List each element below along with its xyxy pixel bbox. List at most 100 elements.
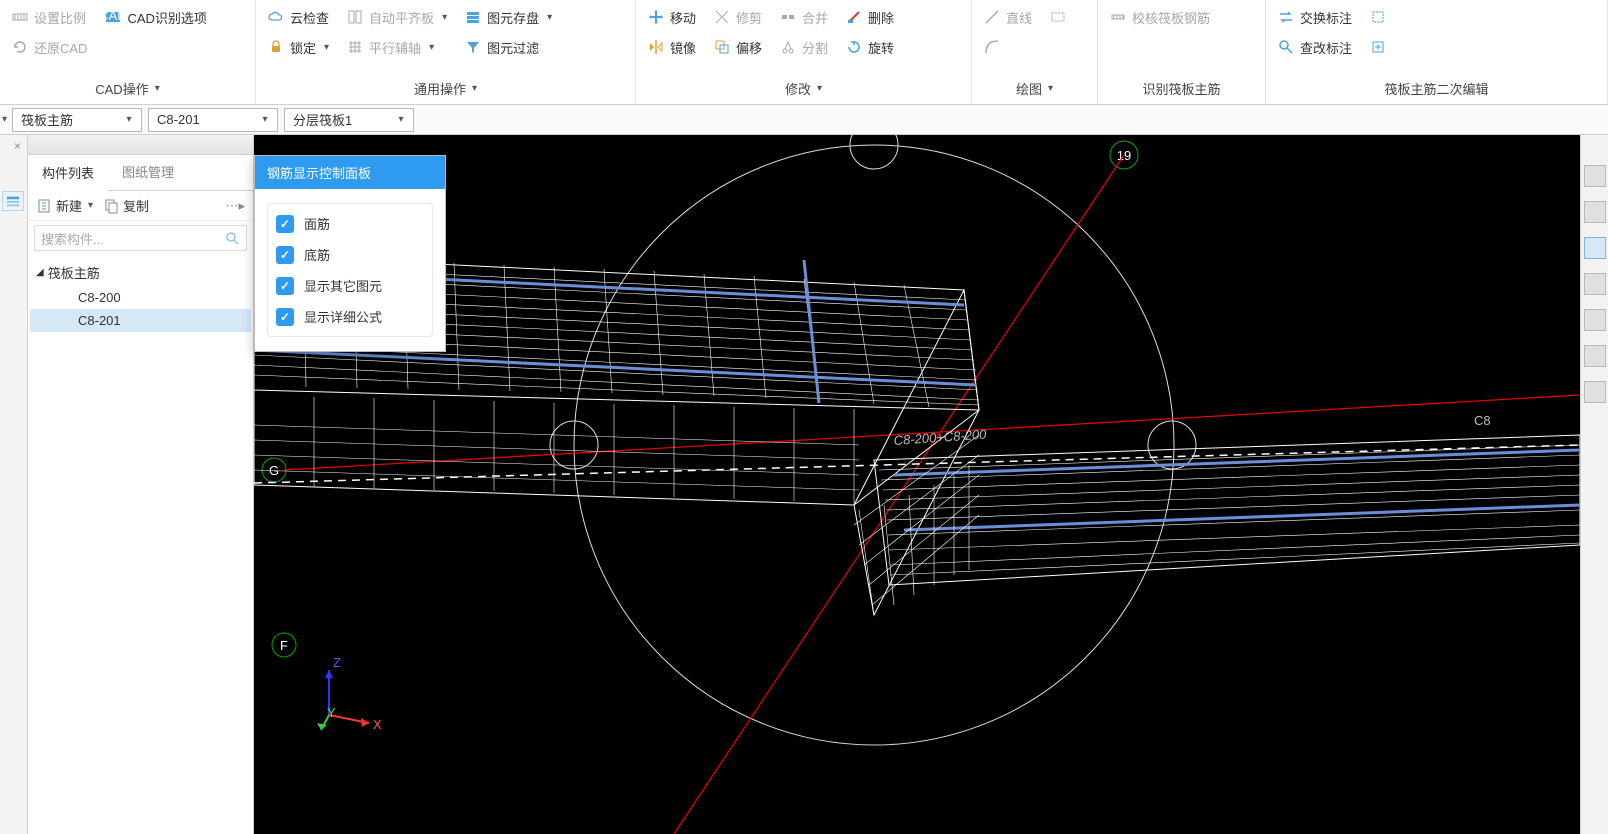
delete-icon [846, 9, 862, 25]
checkbox-detail-formula[interactable]: 显示详细公式 [276, 307, 424, 326]
panel-title[interactable]: 钢筋显示控制面板 [255, 156, 445, 189]
label: 校核筏板钢筋 [1132, 8, 1210, 27]
line-button: 直线 [978, 4, 1038, 30]
mirror-icon [648, 39, 664, 55]
view-tool-6[interactable] [1584, 345, 1606, 367]
lock-icon [268, 39, 284, 55]
checkbox-icon [276, 308, 294, 326]
label: 面筋 [304, 214, 330, 233]
view-tool-4[interactable] [1584, 273, 1606, 295]
group-label: 识别筏板主筋 [1098, 75, 1265, 104]
chevron-down-icon: ▾ [393, 114, 409, 125]
cloud-check-button[interactable]: 云检查 [262, 4, 335, 30]
new-icon [36, 198, 52, 214]
view-tool-5[interactable] [1584, 309, 1606, 331]
tree-parent[interactable]: ◢筏板主筋 [30, 259, 251, 286]
tab-drawing-mgmt[interactable]: 图纸管理 [108, 155, 188, 190]
viewport-3d[interactable]: 19 G F [254, 135, 1580, 834]
left-gutter: × [0, 135, 28, 834]
tab-component-list[interactable]: 构件列表 [28, 156, 108, 191]
restore-cad-button: 还原CAD [6, 34, 93, 60]
copy-button[interactable]: 复制 [103, 196, 149, 215]
rotate-icon [846, 39, 862, 55]
close-icon[interactable]: × [14, 139, 21, 153]
align-icon [347, 9, 363, 25]
checkbox-other-elements[interactable]: 显示其它图元 [276, 276, 424, 295]
component-type-combo[interactable]: 筏板主筋▾ [12, 108, 142, 132]
layer-combo[interactable]: 分层筏板1▾ [284, 108, 414, 132]
component-id-combo[interactable]: C8-201▾ [148, 108, 278, 132]
label: 新建 [56, 196, 82, 215]
offset-icon [714, 39, 730, 55]
label: 还原CAD [34, 38, 87, 57]
swap-annotation-button[interactable]: 交换标注 [1272, 4, 1358, 30]
cad-options-button[interactable]: CAD CAD识别选项 [99, 4, 212, 30]
delete-button[interactable]: 删除 [840, 4, 900, 30]
chevron-down-icon: ▾ [121, 114, 137, 125]
split-button: 分割 [774, 34, 834, 60]
label: 筏板主筋 [48, 263, 100, 282]
checkbox-icon [276, 215, 294, 233]
extra-button-2[interactable] [1364, 34, 1392, 60]
label: 锁定 [290, 38, 316, 57]
group-label: 筏板主筋二次编辑 [1266, 75, 1607, 104]
label: 分割 [802, 38, 828, 57]
svg-text:C8: C8 [1474, 413, 1491, 428]
ribbon-group-recognize: 校核筏板钢筋 识别筏板主筋 [1098, 0, 1266, 104]
ribbon-group-modify: 移动 镜像 修剪 偏移 合并 分割 删除 旋转 修改▾ [636, 0, 972, 104]
panel-body: 面筋 底筋 显示其它图元 显示详细公式 [255, 189, 445, 351]
label: 复制 [123, 196, 149, 215]
mirror-button[interactable]: 镜像 [642, 34, 702, 60]
plus-box-icon [1370, 39, 1386, 55]
merge-button: 合并 [774, 4, 834, 30]
element-storage-button[interactable]: 图元存盘▾ [459, 4, 558, 30]
label: 旋转 [868, 38, 894, 57]
label: 底筋 [304, 245, 330, 264]
search-input[interactable]: 搜索构件... [34, 225, 247, 251]
ribbon-group-draw: 直线 绘图▾ [972, 0, 1098, 104]
group-label: CAD操作▾ [0, 75, 255, 104]
svg-text:Z: Z [333, 655, 341, 670]
box-icon [1370, 9, 1386, 25]
view-tool-7[interactable] [1584, 381, 1606, 403]
svg-text:C8-200+C8-200: C8-200+C8-200 [893, 426, 987, 447]
more-icon[interactable]: ⋯▸ [225, 198, 245, 214]
combo-value: C8-201 [157, 112, 200, 127]
modify-annotation-button[interactable]: 查改标注 [1272, 34, 1358, 60]
rebar-display-panel[interactable]: 钢筋显示控制面板 面筋 底筋 显示其它图元 显示详细公式 [254, 155, 446, 352]
label: 查改标注 [1300, 38, 1352, 57]
placeholder: 搜索构件... [41, 229, 104, 248]
offset-button[interactable]: 偏移 [708, 34, 768, 60]
element-filter-button[interactable]: 图元过滤 [459, 34, 558, 60]
label: CAD识别选项 [127, 8, 206, 27]
view-tool-2[interactable] [1584, 201, 1606, 223]
curve-icon [984, 39, 1000, 55]
tree-item[interactable]: C8-201 [30, 309, 251, 332]
checkbox-icon [276, 277, 294, 295]
lock-button[interactable]: 锁定▾ [262, 34, 335, 60]
new-button[interactable]: 新建▾ [36, 196, 93, 215]
move-button[interactable]: 移动 [642, 4, 702, 30]
panel-toggle-icon[interactable] [2, 191, 24, 211]
panel-grip[interactable] [28, 135, 253, 155]
label: 修剪 [736, 8, 762, 27]
chevron-down-icon[interactable]: ▾ [0, 114, 9, 125]
restore-icon [12, 39, 28, 55]
rotate-button[interactable]: 旋转 [840, 34, 900, 60]
group-label: 通用操作▾ [256, 75, 635, 104]
storage-icon [465, 9, 481, 25]
ribbon-group-common: 云检查 锁定▾ 自动平齐板▾ 平行辅轴▾ [256, 0, 636, 104]
checkbox-bottom-rebar[interactable]: 底筋 [276, 245, 424, 264]
ribbon-group-cad: 设置比例 还原CAD CAD CAD识别选项 CAD操作▾ [0, 0, 256, 104]
modify-icon [1278, 39, 1294, 55]
filter-icon [465, 39, 481, 55]
grid-icon [347, 39, 363, 55]
move-icon [648, 9, 664, 25]
tree-item[interactable]: C8-200 [30, 286, 251, 309]
view-tool-3[interactable] [1584, 237, 1606, 259]
extra-button-1[interactable] [1364, 4, 1392, 30]
ribbon-group-edit2: 交换标注 查改标注 筏板主筋二次编辑 [1266, 0, 1608, 104]
svg-text:CAD: CAD [105, 9, 121, 23]
checkbox-top-rebar[interactable]: 面筋 [276, 214, 424, 233]
view-tool-1[interactable] [1584, 165, 1606, 187]
